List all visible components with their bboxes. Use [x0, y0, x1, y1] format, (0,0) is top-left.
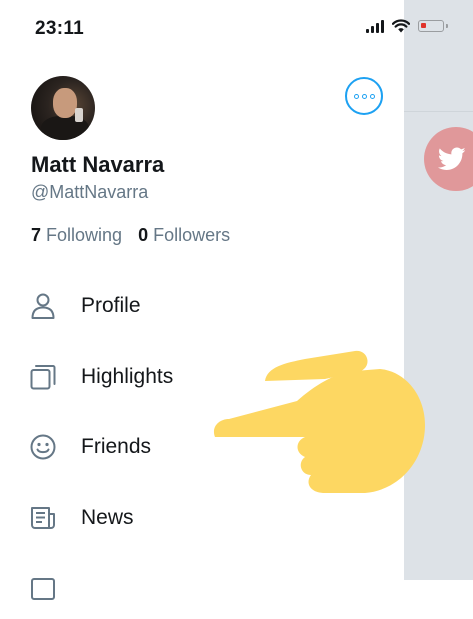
wifi-icon [392, 19, 410, 33]
menu-item-friends[interactable]: Friends [0, 416, 404, 478]
more-options-button[interactable] [345, 77, 383, 115]
menu-item-label: Friends [81, 435, 152, 458]
user-display-name: Matt Navarra [31, 152, 165, 177]
avatar[interactable] [31, 76, 95, 140]
menu-item-news[interactable]: News [0, 487, 404, 549]
status-icons [366, 19, 448, 33]
followers-label: Followers [153, 225, 231, 245]
followers-count: 0 [138, 225, 149, 245]
following-link[interactable]: 7 Following [31, 225, 122, 246]
user-handle: @MattNavarra [31, 182, 149, 202]
dot-icon [353, 93, 359, 99]
followers-link[interactable]: 0 Followers [138, 225, 230, 246]
menu-item-highlights[interactable]: Highlights [0, 346, 404, 408]
following-label: Following [46, 225, 123, 245]
smiley-icon [29, 433, 57, 461]
dot-icon [361, 93, 367, 99]
dot-icon [369, 93, 375, 99]
highlights-icon [29, 363, 57, 391]
following-count: 7 [31, 225, 42, 245]
twitter-bird-icon [438, 147, 466, 170]
menu-item-label: Profile [81, 294, 141, 317]
follow-stats: 7 Following 0 Followers [31, 225, 230, 246]
menu-item-label: News [81, 506, 134, 529]
list-icon [29, 574, 57, 602]
menu-item-profile[interactable]: Profile [0, 275, 404, 337]
background-app-panel [404, 0, 473, 580]
battery-low-icon [418, 20, 448, 32]
news-icon [29, 504, 57, 532]
person-icon [29, 292, 57, 320]
header-divider [404, 111, 473, 112]
menu-item-label: Highlights [81, 365, 174, 388]
signal-icon [366, 19, 384, 33]
menu-item-partial[interactable] [0, 557, 404, 619]
status-time: 23:11 [35, 18, 85, 39]
